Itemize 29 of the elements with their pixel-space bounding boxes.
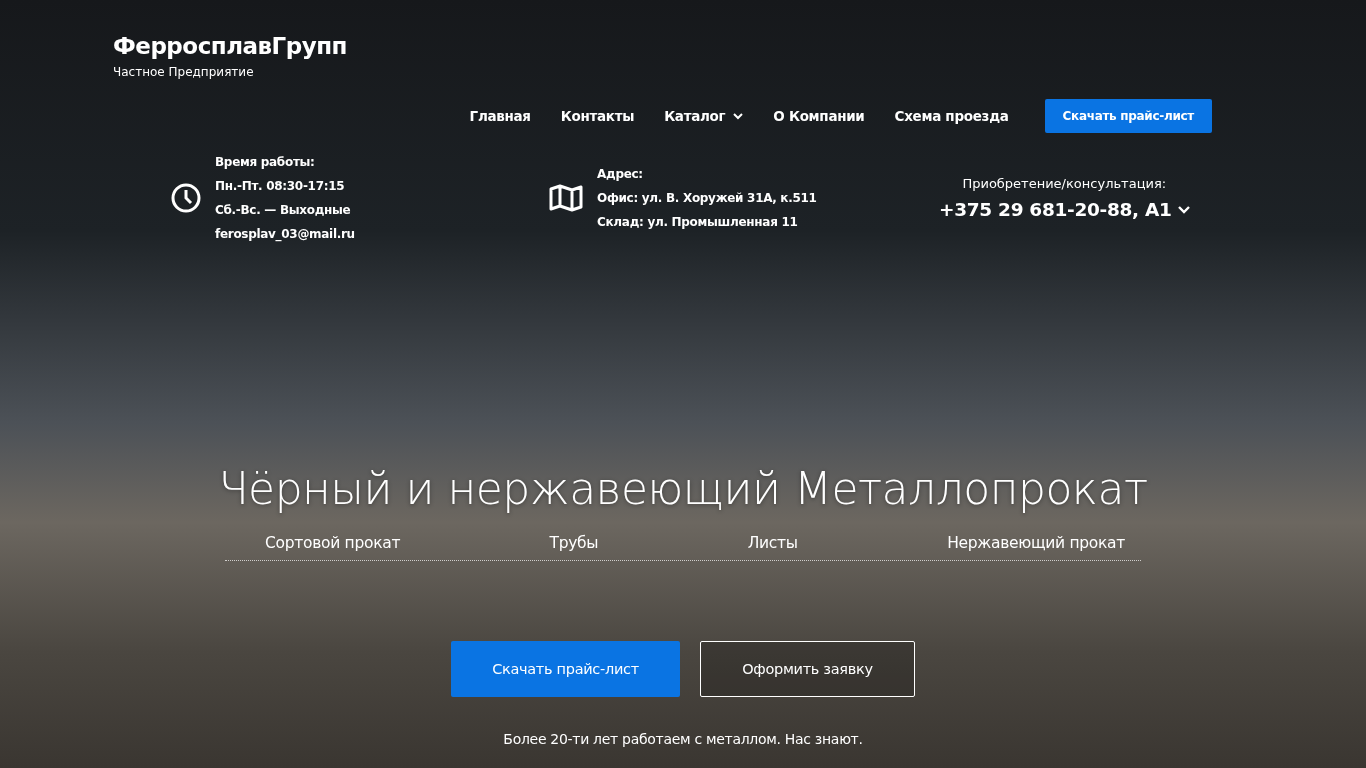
phone-number[interactable]: +375 29 681-20-88, A1 xyxy=(939,199,1172,220)
category-link[interactable]: Листы xyxy=(747,534,798,552)
nav-link[interactable]: Контакты xyxy=(560,108,635,124)
caret-icon[interactable] xyxy=(1177,205,1190,214)
tagline: Более 20-ти лет работаем с металлом. Нас знают. xyxy=(503,731,863,747)
address-title: Адрес: xyxy=(597,165,644,183)
nav-link[interactable]: Каталог xyxy=(664,108,744,124)
order-button[interactable]: Оформить заявку xyxy=(700,641,915,697)
address-line: Офис: ул. В. Хоружей 31А, к.511 xyxy=(597,189,817,207)
hours-title: Время работы: xyxy=(215,153,316,171)
clock-icon xyxy=(171,183,201,213)
hero-title: Чёрный и нержавеющий Металлопрокат xyxy=(218,463,1148,514)
hours-line: Пн.-Пт. 08:30-17:15 xyxy=(215,177,346,195)
category-link[interactable]: Трубы xyxy=(549,534,599,552)
contact-label: Приобретение/консультация: xyxy=(962,176,1167,191)
nav-link[interactable]: Главная xyxy=(469,108,531,124)
hours-line: ferosplav_03@mail.ru xyxy=(215,225,355,243)
download-price-button[interactable]: Скачать прайс-лист xyxy=(1044,99,1212,133)
logo-title[interactable]: ФерросплавГрупп xyxy=(113,33,347,59)
caret-icon xyxy=(733,112,744,120)
hours-line: Сб.-Вс. — Выходные xyxy=(215,201,352,219)
category-link[interactable]: Сортовой прокат xyxy=(265,534,401,552)
nav-link[interactable]: Схема проезда xyxy=(894,108,1009,124)
download-price-button[interactable]: Скачать прайс-лист xyxy=(451,641,680,697)
address-line: Склад: ул. Промышленная 11 xyxy=(597,213,799,231)
map-icon xyxy=(549,184,583,212)
nav-link[interactable]: О Компании xyxy=(773,108,865,124)
category-link[interactable]: Нержавеющий прокат xyxy=(947,534,1125,552)
logo-subtitle: Частное Предприятие xyxy=(113,65,255,79)
